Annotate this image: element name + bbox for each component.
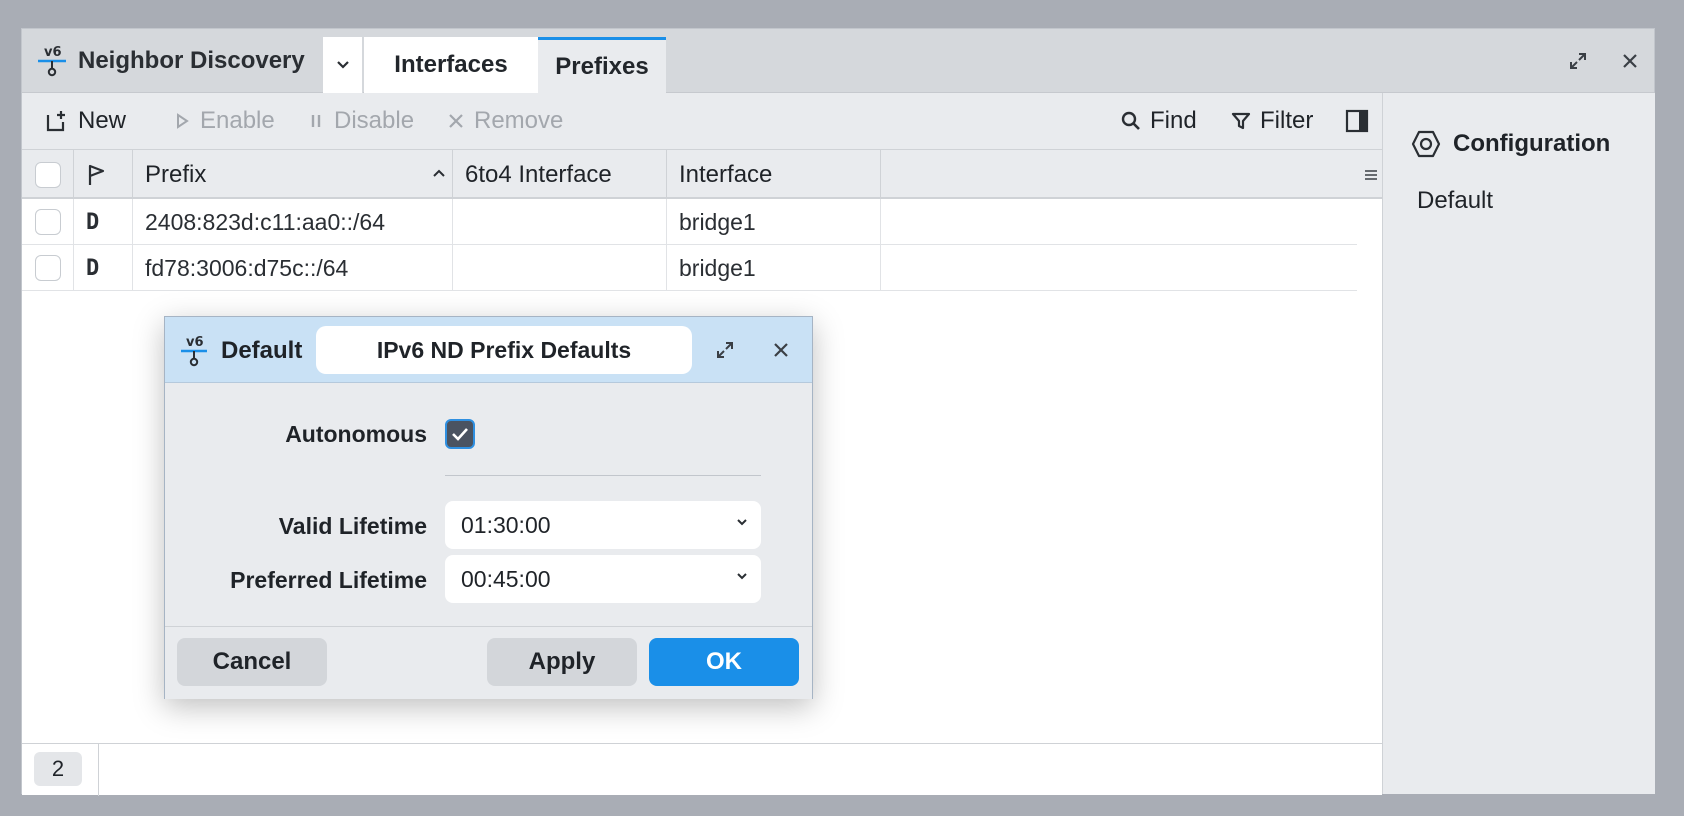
play-icon: [177, 113, 189, 129]
ok-button[interactable]: OK: [649, 638, 799, 686]
close-icon: [1623, 54, 1637, 68]
table-row[interactable]: D fd78:3006:d75c::/64 bridge1: [22, 245, 1357, 291]
svg-text:v6: v6: [186, 335, 204, 350]
x-icon: [449, 114, 463, 128]
table-header: Prefix 6to4 Interface Interface: [22, 150, 1382, 199]
autonomous-label: Autonomous: [285, 421, 427, 447]
row-6to4-interface: [453, 199, 667, 245]
prefix-defaults-dialog: v6 Default IPv6 ND Prefix Defaults Auton…: [164, 316, 813, 699]
dialog-footer: Cancel Apply OK: [165, 626, 812, 699]
row-checkbox[interactable]: [34, 209, 61, 235]
select-all-header: [22, 150, 74, 199]
filter-label: Filter: [1260, 107, 1314, 134]
new-label: New: [78, 107, 127, 134]
remove-button[interactable]: Remove: [446, 105, 563, 137]
row-checkbox[interactable]: [34, 255, 61, 281]
dialog-maximize-button[interactable]: [711, 336, 739, 364]
row-flag: D: [74, 245, 133, 291]
enable-button[interactable]: Enable: [172, 105, 275, 137]
search-icon: [1121, 111, 1140, 130]
ipv6-icon: v6: [181, 335, 207, 367]
svg-text:v6: v6: [44, 45, 62, 60]
filter-icon: [1231, 112, 1251, 130]
dialog-close-button[interactable]: [767, 336, 795, 364]
preferred-lifetime-select[interactable]: 00:45:00: [445, 555, 761, 603]
dialog-item-name: Default: [221, 337, 303, 364]
find-button[interactable]: Find: [1120, 105, 1197, 137]
side-panel-item-default[interactable]: Default: [1417, 187, 1493, 215]
close-window-button[interactable]: [1616, 47, 1644, 75]
row-checkbox-cell: [22, 199, 74, 245]
side-panel-title: Configuration: [1453, 130, 1611, 157]
cancel-button[interactable]: Cancel: [177, 638, 327, 686]
expand-icon: [1570, 53, 1586, 69]
title-bar: v6 Neighbor Discovery Interfaces Prefixe…: [22, 29, 1654, 93]
dialog-title: IPv6 ND Prefix Defaults: [316, 326, 692, 374]
chevron-down-icon: [737, 573, 747, 580]
expand-icon: [717, 342, 733, 358]
disable-button[interactable]: Disable: [306, 105, 414, 137]
tabs-dropdown-button[interactable]: [323, 37, 363, 93]
prefix-column-header[interactable]: Prefix: [133, 150, 453, 199]
select-all-checkbox[interactable]: [34, 161, 61, 188]
row-flag: D: [74, 199, 133, 245]
tab-prefixes[interactable]: Prefixes: [538, 37, 666, 93]
column-menu-button[interactable]: [1364, 150, 1382, 199]
close-icon: [774, 343, 788, 357]
sort-ascending-icon: [433, 169, 445, 177]
valid-lifetime-value: 01:30:00: [461, 511, 551, 538]
main-window: v6 Neighbor Discovery Interfaces Prefixe…: [21, 28, 1655, 796]
interface-column-header[interactable]: Interface: [667, 150, 881, 199]
maximize-button[interactable]: [1564, 47, 1592, 75]
flag-icon: [88, 164, 105, 185]
chevron-down-icon: [336, 61, 349, 69]
status-divider: [98, 744, 99, 796]
prefix-column-label: Prefix: [145, 160, 207, 188]
filter-button[interactable]: Filter: [1230, 105, 1313, 137]
window-title: Neighbor Discovery: [78, 47, 305, 74]
apply-button[interactable]: Apply: [487, 638, 637, 686]
preferred-lifetime-value: 00:45:00: [461, 565, 551, 592]
valid-lifetime-select[interactable]: 01:30:00: [445, 501, 761, 549]
menu-icon: [1365, 169, 1377, 180]
toolbar: New Enable Disable Remove Find Filter: [22, 93, 1382, 150]
autonomous-checkbox[interactable]: [445, 419, 475, 449]
checkmark-icon: [452, 428, 468, 441]
toggle-side-panel-button[interactable]: [1344, 105, 1370, 137]
row-prefix: fd78:3006:d75c::/64: [133, 245, 453, 291]
sidebar-toggle-icon: [1345, 109, 1369, 133]
tab-interfaces[interactable]: Interfaces: [364, 37, 538, 93]
row-count-badge: 2: [34, 752, 82, 786]
row-checkbox-cell: [22, 245, 74, 291]
disable-label: Disable: [334, 107, 415, 134]
hexagon-icon: [1411, 130, 1441, 158]
flags-column-header[interactable]: [74, 150, 133, 199]
status-bar: 2: [22, 743, 1382, 796]
preferred-lifetime-label: Preferred Lifetime: [230, 567, 427, 593]
row-prefix: 2408:823d:c11:aa0::/64: [133, 199, 453, 245]
chevron-down-icon: [737, 519, 747, 526]
find-label: Find: [1150, 107, 1197, 134]
table-row[interactable]: D 2408:823d:c11:aa0::/64 bridge1: [22, 199, 1357, 245]
side-panel-header: Configuration: [1411, 129, 1610, 159]
side-panel: Configuration Default: [1382, 93, 1655, 794]
pause-icon: [311, 115, 321, 127]
new-item-icon: [46, 111, 65, 132]
row-interface: bridge1: [667, 245, 881, 291]
dialog-divider: [445, 475, 761, 476]
dialog-header[interactable]: v6 Default IPv6 ND Prefix Defaults: [165, 317, 812, 383]
sixtofour-interface-column-header[interactable]: 6to4 Interface: [453, 150, 667, 199]
row-interface: bridge1: [667, 199, 881, 245]
valid-lifetime-label: Valid Lifetime: [278, 513, 427, 539]
row-6to4-interface: [453, 245, 667, 291]
remove-label: Remove: [474, 107, 564, 134]
enable-label: Enable: [200, 107, 275, 134]
ipv6-icon: v6: [38, 45, 66, 77]
new-button[interactable]: New: [44, 105, 126, 137]
